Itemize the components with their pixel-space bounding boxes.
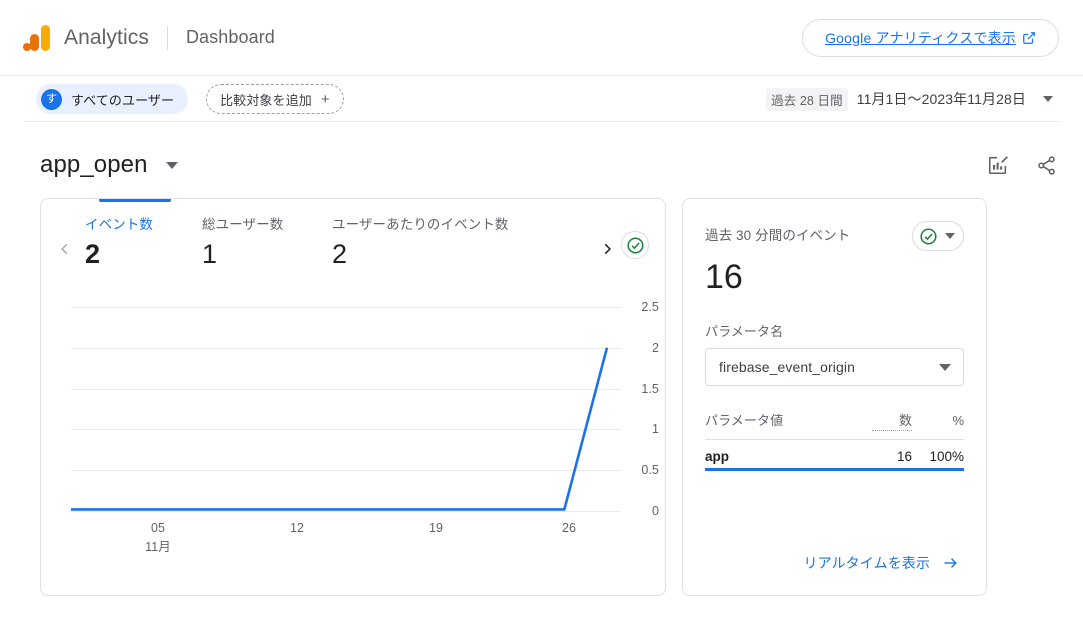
realtime-card: 過去 30 分間のイベント 16 パラメータ名 firebase_event_o… (682, 198, 987, 596)
view-in-google-analytics-label: Google アナリティクスで表示 (825, 29, 1016, 46)
chart-plot-area (71, 307, 621, 512)
x-axis-tick-label: 05 (150, 521, 166, 535)
metric-tabs: イベント数 2 総ユーザー数 1 ユーザーあたりのイベント数 2 (79, 213, 593, 268)
add-comparison-label: 比較対象を追加 (220, 92, 312, 108)
y-axis-tick: 0 (651, 504, 659, 518)
x-axis-tick: 19 (428, 521, 444, 535)
parameter-name-label: パラメータ名 (705, 324, 784, 340)
parameter-name-value: firebase_event_origin (719, 359, 855, 376)
y-axis-tick: 2.5 (641, 300, 659, 314)
table-cell-parameter-value: app (705, 449, 730, 465)
table-header-parameter-value: パラメータ値 (705, 413, 784, 429)
metric-value: 2 (332, 239, 348, 269)
parameter-values-table: パラメータ値 数 % app 16 100% (705, 410, 964, 472)
brand-name: Analytics (64, 25, 149, 49)
x-axis-tick: 05 11月 (145, 521, 171, 555)
share-button[interactable] (1033, 152, 1059, 178)
parameter-name-select[interactable]: firebase_event_origin (705, 348, 964, 387)
metric-tab-total-users[interactable]: 総ユーザー数 1 (202, 213, 332, 268)
check-circle-icon (920, 227, 937, 245)
add-comparison-button[interactable]: 比較対象を追加 + (206, 84, 344, 114)
previous-metrics-button[interactable] (51, 229, 79, 269)
edit-chart-icon (988, 156, 1008, 175)
page-heading-row: app_open (0, 122, 1083, 186)
top-bar-actions: Google アナリティクスで表示 (802, 18, 1059, 57)
metric-label: イベント数 (85, 217, 153, 232)
top-bar: Analytics Dashboard Google アナリティクスで表示 (0, 0, 1083, 76)
event-metrics-card: イベント数 2 総ユーザー数 1 ユーザーあたりのイベント数 2 2.5 2 1… (40, 198, 666, 596)
table-header-count[interactable]: 数 (872, 410, 912, 432)
event-name-dropdown-icon[interactable] (165, 161, 178, 169)
metric-tabs-row: イベント数 2 総ユーザー数 1 ユーザーあたりのイベント数 2 (41, 199, 665, 281)
metric-value: 2 (85, 239, 101, 269)
brand-divider (166, 25, 168, 50)
realtime-footer: リアルタイムを表示 (705, 549, 964, 577)
realtime-header: 過去 30 分間のイベント (705, 221, 964, 251)
chart-line-series (71, 307, 607, 509)
table-cell-percent: 100% (929, 449, 964, 465)
y-axis-tick: 2 (651, 340, 659, 355)
x-axis-tick: 26 (561, 521, 577, 535)
brand: Analytics Dashboard (22, 23, 275, 53)
next-metrics-button[interactable] (593, 229, 621, 269)
google-analytics-logo (22, 23, 52, 53)
table-header-percent: % (952, 413, 964, 429)
chevron-down-icon (1043, 96, 1053, 102)
view-realtime-label: リアルタイムを表示 (803, 555, 930, 571)
date-range-selector[interactable]: 過去 28 日間 11月1日〜2023年11月28日 (766, 87, 1059, 111)
y-axis-tick: 1 (651, 422, 659, 437)
metric-label: 総ユーザー数 (202, 217, 284, 232)
y-axis-tick: 1.5 (641, 381, 659, 396)
audience-chip-label: すべてのユーザー (71, 92, 175, 108)
date-range-pill: 過去 28 日間 (766, 87, 848, 111)
edit-chart-button[interactable] (985, 152, 1011, 178)
table-header-row: パラメータ値 数 % (705, 410, 964, 441)
realtime-status-button[interactable] (912, 221, 964, 251)
arrow-right-icon (944, 558, 957, 568)
realtime-event-count: 16 (705, 258, 743, 296)
x-axis-tick: 12 (289, 521, 305, 535)
chevron-down-icon (945, 233, 955, 239)
share-icon (1037, 155, 1055, 175)
filter-bar: す すべてのユーザー 比較対象を追加 + 過去 28 日間 11月1日〜2023… (0, 76, 1083, 122)
metric-tab-events-per-user[interactable]: ユーザーあたりのイベント数 2 (332, 213, 552, 268)
x-axis-month-label: 11月 (145, 540, 171, 554)
audience-chip-all-users[interactable]: す すべてのユーザー (36, 84, 189, 114)
metric-tab-event-count[interactable]: イベント数 2 (85, 213, 202, 268)
heading-actions (985, 152, 1059, 178)
chevron-right-icon (604, 243, 611, 255)
cards-container: イベント数 2 総ユーザー数 1 ユーザーあたりのイベント数 2 2.5 2 1… (0, 186, 1083, 596)
realtime-title: 過去 30 分間のイベント (705, 228, 851, 243)
table-cell-count: 16 (896, 449, 912, 465)
data-status-button[interactable] (621, 231, 649, 259)
external-link-icon (1023, 31, 1035, 44)
plus-icon: + (320, 90, 330, 108)
page-title: app_open (40, 151, 148, 178)
metric-value: 1 (202, 239, 218, 269)
audience-avatar: す (41, 88, 62, 110)
table-row[interactable]: app 16 100% (705, 440, 964, 472)
metric-label: ユーザーあたりのイベント数 (332, 217, 509, 232)
y-axis-tick: 0.5 (641, 463, 659, 478)
view-in-google-analytics-button[interactable]: Google アナリティクスで表示 (802, 18, 1059, 57)
row-progress-bar (705, 468, 964, 472)
page-name: Dashboard (185, 27, 275, 47)
view-realtime-link[interactable]: リアルタイムを表示 (800, 549, 964, 577)
active-metric-indicator (99, 199, 171, 202)
date-range-text: 11月1日〜2023年11月28日 (856, 91, 1026, 107)
gridline (71, 511, 621, 512)
check-circle-icon (626, 236, 644, 254)
event-count-chart: 2.5 2 1.5 1 0.5 0 05 11月 12 19 26 (41, 299, 665, 554)
chevron-left-icon (61, 243, 68, 255)
chevron-down-icon (939, 363, 951, 371)
